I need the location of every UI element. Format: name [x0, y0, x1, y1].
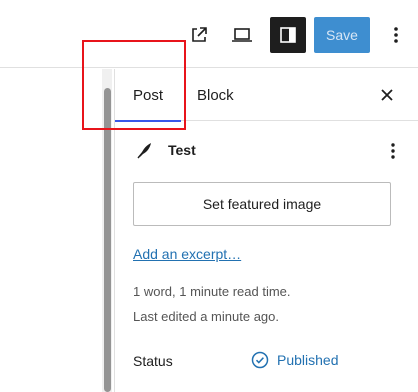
status-value: Published [277, 352, 339, 368]
status-toggle[interactable]: Published [251, 351, 339, 369]
top-toolbar: Save [0, 0, 418, 68]
check-circle-icon [251, 351, 269, 369]
status-label: Status [133, 353, 173, 369]
post-summary-header: Test [133, 139, 403, 163]
laptop-icon[interactable] [224, 17, 260, 53]
add-excerpt-link[interactable]: Add an excerpt… [133, 246, 241, 262]
editor-canvas[interactable] [0, 69, 114, 392]
scrollbar-thumb[interactable] [104, 88, 111, 392]
settings-sidebar-button[interactable] [270, 17, 306, 53]
post-title: Test [168, 142, 196, 158]
close-icon[interactable] [377, 85, 397, 105]
kebab-icon[interactable] [378, 17, 414, 53]
word-count-text: 1 word, 1 minute read time. [133, 284, 291, 299]
tab-post[interactable]: Post [115, 69, 181, 122]
tab-block[interactable]: Block [197, 69, 234, 121]
feather-icon [137, 141, 153, 164]
external-link-icon[interactable] [181, 17, 217, 53]
settings-sidebar: Post Block Test Set featured image Add a… [114, 69, 418, 392]
set-featured-image-button[interactable]: Set featured image [133, 182, 391, 226]
sidebar-tabs: Post Block [115, 69, 418, 122]
save-button[interactable]: Save [314, 17, 370, 53]
last-edited-text: Last edited a minute ago. [133, 309, 279, 324]
kebab-icon[interactable] [383, 139, 403, 163]
sidebar-panel-icon [280, 27, 296, 43]
